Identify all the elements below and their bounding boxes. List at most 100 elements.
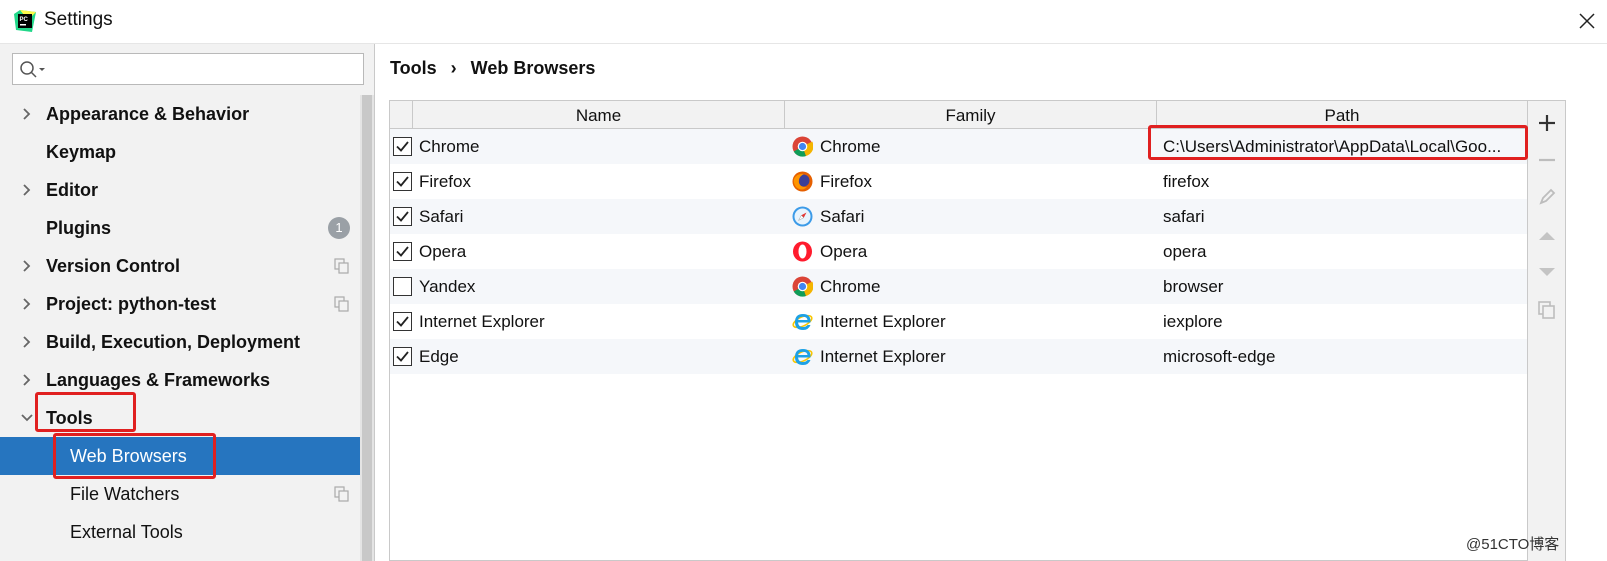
sidebar-item-external-tools[interactable]: External Tools [0,513,360,551]
copy-icon[interactable] [1536,299,1558,321]
column-header-family[interactable]: Family [784,101,1156,129]
active-checkbox[interactable] [393,207,412,226]
active-checkbox[interactable] [393,172,412,191]
chrome-icon [792,276,813,297]
table-row[interactable]: Chrome Chrome C:\Users\Administrator\AppDa… [390,129,1527,164]
browser-family-cell: Internet Explorer [820,312,946,331]
browser-path-cell[interactable]: C:\Users\Administrator\AppData\Local\Goo… [1163,137,1501,157]
browser-path-cell[interactable]: microsoft-edge [1163,347,1275,367]
column-header-path[interactable]: Path [1156,101,1527,129]
active-checkbox[interactable] [393,137,412,156]
sidebar-scrollbar-thumb[interactable] [362,95,372,561]
chevron-right-icon[interactable] [20,258,34,274]
project-level-icon [334,296,349,312]
chevron-down-icon[interactable] [20,410,34,426]
remove-icon[interactable] [1536,149,1558,171]
browser-path-cell[interactable]: opera [1163,242,1206,262]
sidebar-item-languages-frameworks[interactable]: Languages & Frameworks [0,361,360,399]
table-header: Name Family Path [390,101,1527,129]
settings-search-input[interactable] [12,53,364,85]
browser-family-cell: Opera [820,242,868,261]
search-icon [20,61,45,78]
move-up-icon[interactable] [1536,225,1558,247]
chevron-right-icon[interactable] [20,334,34,350]
column-header-checkbox[interactable] [390,101,412,129]
ie-icon [792,314,813,330]
sidebar-item-web-browsers[interactable]: Web Browsers [0,437,360,475]
checkmark-icon [396,246,409,257]
project-level-icon [334,486,349,502]
browser-name-cell: Safari [419,207,464,226]
browser-family-cell: Safari [820,207,865,226]
web-browsers-table: Name Family Path Chrome Chrome C:\Users\Ad… [389,100,1528,561]
chevron-right-icon[interactable] [20,182,34,198]
chevron-right-icon[interactable] [20,296,34,312]
sidebar-item-tools[interactable]: Tools [0,399,360,437]
column-header-name[interactable]: Name [412,101,784,129]
browser-path-cell[interactable]: safari [1163,207,1205,227]
table-row[interactable]: Safari Safari safari [390,199,1527,234]
checkmark-icon [396,211,409,222]
sidebar-item-label: Tools [46,408,93,428]
checkmark-icon [396,351,409,362]
title-bar: PC Settings [0,0,1607,44]
browser-path-cell[interactable]: firefox [1163,172,1209,192]
add-icon[interactable] [1536,112,1558,134]
sidebar-item-appearance-behavior[interactable]: Appearance & Behavior [0,95,360,133]
active-checkbox[interactable] [393,277,412,296]
close-icon [1579,13,1595,29]
browser-name-cell: Yandex [419,277,476,296]
browser-family-cell: Chrome [820,277,881,296]
checkmark-icon [396,176,409,187]
active-checkbox[interactable] [393,312,412,331]
breadcrumb: Tools › Web Browsers [390,58,595,79]
settings-tree: Appearance & Behavior Keymap Editor Plugins… [0,95,360,551]
sidebar-item-label: Keymap [46,142,117,162]
sidebar-item-plugins[interactable]: Plugins 1 [0,209,360,247]
sidebar-item-keymap[interactable]: Keymap [0,133,360,171]
firefox-icon [792,171,813,192]
browser-name-cell: Opera [419,242,467,261]
table-row[interactable]: Opera Opera opera [390,234,1527,269]
opera-icon [793,241,812,262]
chevron-right-icon[interactable] [20,372,34,388]
move-down-icon[interactable] [1536,261,1558,283]
sidebar-item-version-control[interactable]: Version Control [0,247,360,285]
table-row[interactable]: Internet Explorer Internet Explorer iexplo… [390,304,1527,339]
browser-name-cell: Chrome [419,137,480,156]
breadcrumb-current: Web Browsers [470,58,596,78]
browser-family-cell: Chrome [820,137,881,156]
edit-icon[interactable] [1536,186,1558,208]
sidebar-item-label: Version Control [46,256,181,276]
plugins-update-badge: 1 [328,217,350,239]
browser-path-cell[interactable]: browser [1163,277,1223,297]
sidebar-item-project-python-test[interactable]: Project: python-test [0,285,360,323]
sidebar-item-label: Appearance & Behavior [46,104,250,124]
browser-family-cell: Internet Explorer [820,347,946,366]
ie-icon [792,349,813,365]
project-level-icon [334,258,349,274]
chevron-right-icon[interactable] [20,106,34,122]
browser-name-cell: Edge [419,347,459,366]
active-checkbox[interactable] [393,242,412,261]
active-checkbox[interactable] [393,347,412,366]
sidebar-item-editor[interactable]: Editor [0,171,360,209]
safari-icon [792,206,813,227]
sidebar-item-label: File Watchers [70,484,180,504]
sidebar-item-label: Web Browsers [70,446,187,466]
table-row[interactable]: Yandex Chrome browser [390,269,1527,304]
browser-path-cell[interactable]: iexplore [1163,312,1223,332]
table-row[interactable]: Firefox Firefox firefox [390,164,1527,199]
window-title: Settings [44,9,113,30]
table-row[interactable]: Edge Internet Explorer microsoft-edge [390,339,1527,374]
checkmark-icon [396,141,409,152]
sidebar-item-file-watchers[interactable]: File Watchers [0,475,360,513]
chrome-icon [792,136,813,157]
sidebar-item-build-execution-deployment[interactable]: Build, Execution, Deployment [0,323,360,361]
close-button[interactable] [1576,10,1598,32]
breadcrumb-parent[interactable]: Tools [390,58,437,78]
checkmark-icon [396,316,409,327]
browser-name-cell: Firefox [419,172,471,191]
sidebar-item-label: Project: python-test [46,294,217,314]
sidebar-item-label: External Tools [70,522,183,542]
